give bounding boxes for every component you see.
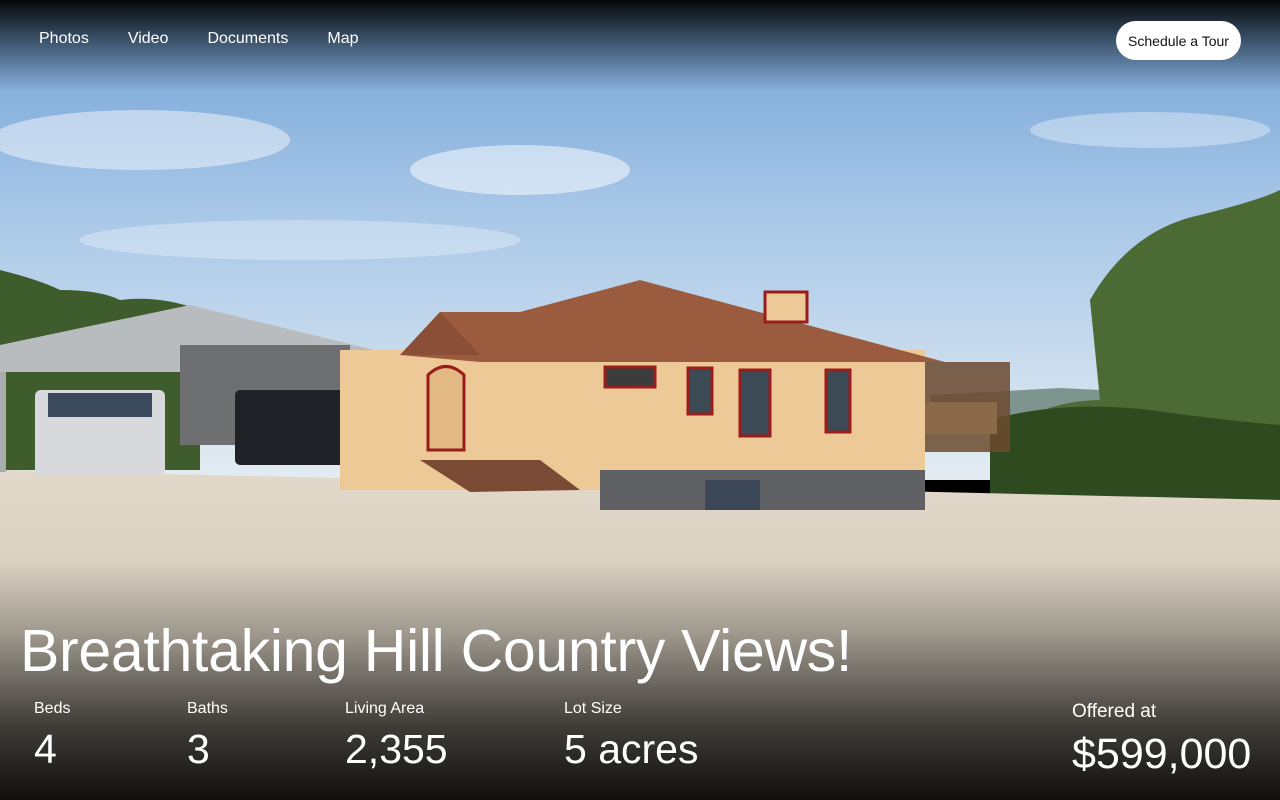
price-label: Offered at — [1072, 701, 1157, 722]
stat-living-area: Living Area 2,355 — [345, 700, 448, 772]
stat-baths-value: 3 — [187, 726, 210, 772]
stat-lot-size-label: Lot Size — [564, 700, 622, 717]
nav-map-link[interactable]: Map — [327, 30, 358, 48]
stat-baths: Baths 3 — [187, 700, 228, 772]
price-block: Offered at $599,000 — [1072, 701, 1251, 778]
nav-photos-link[interactable]: Photos — [39, 30, 89, 48]
stat-beds-label: Beds — [34, 700, 71, 717]
stat-beds: Beds 4 — [34, 700, 70, 772]
listing-headline: Breathtaking Hill Country Views! — [20, 618, 853, 684]
stat-living-area-label: Living Area — [345, 700, 425, 717]
schedule-tour-button[interactable]: Schedule a Tour — [1116, 21, 1241, 60]
stat-living-area-value: 2,355 — [345, 726, 448, 772]
nav-video-link[interactable]: Video — [128, 30, 169, 48]
nav-documents-link[interactable]: Documents — [207, 30, 288, 48]
price-value: $599,000 — [1072, 730, 1252, 778]
stat-beds-value: 4 — [34, 726, 57, 772]
stat-lot-size: Lot Size 5 acres — [564, 700, 698, 772]
stat-baths-label: Baths — [187, 700, 228, 717]
stat-lot-size-value: 5 acres — [564, 726, 699, 772]
top-nav: Photos Video Documents Map — [39, 30, 398, 48]
